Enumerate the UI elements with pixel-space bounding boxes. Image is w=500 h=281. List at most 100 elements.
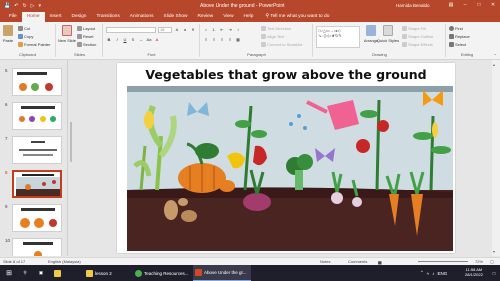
shape-outline-button[interactable]: Shape Outline: [402, 34, 433, 39]
clear-format-icon[interactable]: ✕: [190, 27, 196, 32]
thumbnail-row[interactable]: 10: [0, 238, 67, 256]
format-painter-button[interactable]: Format Painter: [18, 42, 50, 47]
align-text-button[interactable]: Align Text: [261, 34, 284, 39]
line-spacing-icon[interactable]: ↕: [235, 27, 241, 32]
thumbnail-row[interactable]: 8: [0, 170, 67, 198]
restore-icon[interactable]: □: [472, 0, 486, 11]
font-size-field[interactable]: 18: [158, 27, 172, 33]
strikethrough-icon[interactable]: S: [130, 37, 136, 42]
thumbnail-row[interactable]: 5: [0, 68, 67, 96]
columns-icon[interactable]: ▦: [235, 37, 241, 42]
notes-button[interactable]: Notes: [320, 259, 330, 264]
comments-button[interactable]: Comments: [348, 259, 367, 264]
font-color-icon[interactable]: A: [154, 37, 160, 42]
taskbar-app[interactable]: lesson 2: [84, 265, 128, 281]
slide[interactable]: Vegetables that grow above the ground: [117, 63, 455, 253]
user-name[interactable]: Harnida Benaldo: [396, 3, 430, 8]
wifi-icon[interactable]: ≈: [427, 271, 429, 276]
slide-thumbnail[interactable]: [12, 204, 62, 232]
arrange-button[interactable]: Arrange: [364, 25, 378, 43]
decrease-indent-icon[interactable]: ⇤: [219, 27, 225, 32]
customize-icon[interactable]: ▾: [39, 3, 42, 9]
tab-file[interactable]: File: [4, 12, 22, 22]
tab-slide-show[interactable]: Slide Show: [159, 12, 193, 22]
slide-thumbnail[interactable]: [12, 102, 62, 130]
search-button[interactable]: ⚲: [20, 265, 30, 281]
collapse-ribbon-icon[interactable]: ⌃: [494, 53, 497, 58]
cut-button[interactable]: Cut: [18, 26, 30, 31]
tell-me-box[interactable]: ⚲ Tell me what you want to do: [260, 12, 334, 22]
shape-fill-button[interactable]: Shape Fill: [402, 26, 426, 31]
slide-thumbnail[interactable]: [12, 68, 62, 96]
undo-icon[interactable]: ↶: [14, 3, 18, 9]
language-indicator[interactable]: ENG: [438, 271, 448, 276]
tab-home[interactable]: Home: [21, 12, 45, 22]
tab-design[interactable]: Design: [67, 12, 92, 22]
thumbnail-row[interactable]: 6: [0, 102, 67, 130]
start-button[interactable]: ⊞: [4, 265, 14, 281]
copy-button[interactable]: Copy: [18, 34, 33, 39]
file-explorer-button[interactable]: [52, 265, 62, 281]
bullets-icon[interactable]: •: [203, 27, 209, 32]
slide-thumbnail-selected[interactable]: [12, 170, 62, 198]
close-icon[interactable]: ✕: [486, 0, 500, 11]
task-view-button[interactable]: ▣: [36, 265, 46, 281]
vegetable-garden-image[interactable]: [127, 86, 453, 251]
new-slide-button[interactable]: New Slide: [58, 25, 76, 43]
shapes-gallery[interactable]: □○△▭→↓▸◇ ↘◌▯○▷★↻✎: [316, 26, 360, 48]
scroll-down-icon[interactable]: ▾: [493, 249, 495, 254]
numbering-icon[interactable]: 1.: [211, 27, 217, 32]
thumbnail-row[interactable]: 7: [0, 136, 67, 164]
present-icon[interactable]: ▷: [31, 3, 35, 9]
text-direction-button[interactable]: Text Direction: [261, 26, 291, 31]
quick-styles-button[interactable]: Quick Styles: [377, 25, 399, 43]
tab-animations[interactable]: Animations: [125, 12, 159, 22]
notifications-button[interactable]: □: [490, 265, 498, 281]
tab-review[interactable]: Review: [193, 12, 219, 22]
slide-thumbnail[interactable]: [12, 238, 62, 256]
tab-help[interactable]: Help: [239, 12, 259, 22]
align-center-icon[interactable]: ≡: [211, 37, 217, 42]
change-case-icon[interactable]: Aa: [146, 37, 152, 42]
justify-icon[interactable]: ≡: [227, 37, 233, 42]
chevron-up-icon[interactable]: ⌃: [420, 270, 424, 276]
tab-insert[interactable]: Insert: [45, 12, 67, 22]
language-indicator[interactable]: English (Malaysia): [48, 259, 81, 264]
align-left-icon[interactable]: ≡: [203, 37, 209, 42]
slide-thumbnail[interactable]: [12, 136, 62, 164]
shrink-font-icon[interactable]: a: [182, 27, 188, 32]
volume-icon[interactable]: ♪: [432, 271, 434, 276]
scroll-up-icon[interactable]: ▴: [493, 62, 495, 67]
save-icon[interactable]: 💾: [4, 3, 10, 9]
convert-smartart-button[interactable]: Convert to SmartArt: [261, 42, 302, 47]
section-button[interactable]: Section: [77, 42, 96, 47]
bold-icon[interactable]: B: [106, 37, 112, 42]
zoom-level[interactable]: 72%: [475, 259, 483, 264]
fit-to-window-icon[interactable]: ▢: [490, 259, 494, 264]
align-right-icon[interactable]: ≡: [219, 37, 225, 42]
zoom-slider[interactable]: [418, 261, 468, 262]
char-spacing-icon[interactable]: ↔: [138, 37, 144, 42]
clock[interactable]: 11:58 AM 28/1/2022: [465, 267, 483, 277]
find-button[interactable]: Find: [449, 26, 463, 31]
taskbar-app[interactable]: Teaching Resources...: [133, 265, 191, 281]
layout-button[interactable]: Layout: [77, 26, 95, 31]
reset-button[interactable]: Reset: [77, 34, 93, 39]
italic-icon[interactable]: I: [114, 37, 120, 42]
thumbnail-row[interactable]: 9: [0, 204, 67, 232]
select-button[interactable]: Select: [449, 42, 466, 47]
redo-icon[interactable]: ↻: [22, 3, 26, 9]
underline-icon[interactable]: U: [122, 37, 128, 42]
grow-font-icon[interactable]: A: [174, 27, 180, 32]
tab-view[interactable]: View: [218, 12, 238, 22]
increase-indent-icon[interactable]: ⇥: [227, 27, 233, 32]
font-name-field[interactable]: [106, 27, 156, 33]
tab-transitions[interactable]: Transitions: [91, 12, 124, 22]
taskbar-app-active[interactable]: Above Under the gr...: [193, 265, 251, 281]
vertical-scrollbar[interactable]: ▴ ▾: [492, 60, 500, 256]
shape-effects-button[interactable]: Shape Effects: [402, 42, 433, 47]
paste-button[interactable]: Paste: [2, 25, 14, 43]
slide-title[interactable]: Vegetables that grow above the ground: [117, 67, 455, 82]
replace-button[interactable]: Replace: [449, 34, 470, 39]
minimize-icon[interactable]: –: [458, 0, 472, 11]
